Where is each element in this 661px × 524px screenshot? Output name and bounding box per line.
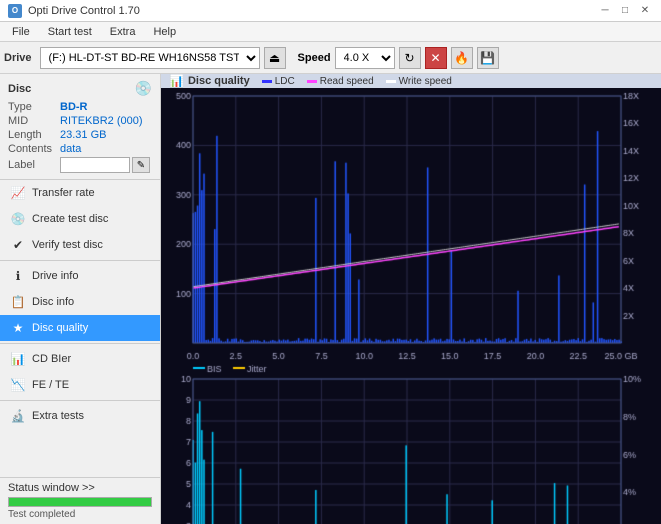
save-button[interactable]: 💾 [477,47,499,69]
speed-label: Speed [298,52,331,64]
sidebar-item-verify-test-disc[interactable]: ✔ Verify test disc [0,232,160,258]
bottom-chart-canvas [161,363,661,524]
status-text: Test completed [8,509,152,520]
disc-panel: Disc 💿 Type BD-R MID RITEKBR2 (000) Leng… [0,74,160,180]
status-area: Status window >> Test completed [0,477,160,524]
transfer-rate-icon: 📈 [10,185,26,201]
chart-title: Disc quality [188,75,250,87]
status-window-button[interactable]: Status window >> [8,482,95,494]
disc-icon: 💿 [135,80,152,97]
disc-mid-row: MID RITEKBR2 (000) [8,115,152,127]
sidebar-item-drive-info[interactable]: ℹ Drive info [0,263,160,289]
disc-label-input[interactable] [60,157,130,173]
sidebar-item-drive-info-label: Drive info [32,270,78,282]
nav-divider-2 [0,343,160,344]
disc-mid-value: RITEKBR2 (000) [60,115,143,127]
disc-quality-icon: ★ [10,320,26,336]
menu-bar: File Start test Extra Help [0,22,661,42]
create-test-disc-icon: 💿 [10,211,26,227]
disc-mid-label: MID [8,115,60,127]
disc-section-title: Disc [8,83,31,95]
eject-button[interactable]: ⏏ [264,47,286,69]
extra-tests-icon: 🔬 [10,408,26,424]
disc-type-label: Type [8,101,60,113]
drive-label: Drive [4,52,32,64]
progress-bar-fill [9,498,151,506]
sidebar-item-fe-te-label: FE / TE [32,379,69,391]
sidebar-item-cd-bier[interactable]: 📊 CD BIer [0,346,160,372]
disc-info-icon: 📋 [10,294,26,310]
title-bar: O Opti Drive Control 1.70 ─ □ ✕ [0,0,661,22]
sidebar-item-fe-te[interactable]: 📉 FE / TE [0,372,160,398]
app-icon: O [8,4,22,18]
speed-select[interactable]: 4.0 X [335,47,395,69]
legend-ldc-dot [262,80,272,83]
fe-te-icon: 📉 [10,377,26,393]
menu-extra[interactable]: Extra [102,25,144,39]
burn-button[interactable]: 🔥 [451,47,473,69]
chart-header: 📊 Disc quality LDC Read speed Write spee… [161,74,661,88]
sidebar-item-transfer-rate[interactable]: 📈 Transfer rate [0,180,160,206]
disc-label-edit-button[interactable]: ✎ [132,157,150,173]
erase-button[interactable]: ✕ [425,47,447,69]
progress-bar [8,497,152,507]
charts-wrapper [161,88,661,524]
legend-read-speed: Read speed [307,76,374,87]
legend-ldc-label: LDC [275,76,295,87]
title-controls: ─ □ ✕ [597,3,653,19]
legend-read-speed-dot [307,80,317,83]
sidebar: Disc 💿 Type BD-R MID RITEKBR2 (000) Leng… [0,74,161,524]
sidebar-item-create-test-disc-label: Create test disc [32,213,108,225]
close-button[interactable]: ✕ [637,3,653,19]
disc-header: Disc 💿 [8,80,152,97]
sidebar-item-transfer-rate-label: Transfer rate [32,187,95,199]
menu-start-test[interactable]: Start test [40,25,100,39]
disc-contents-value: data [60,143,81,155]
drive-select[interactable]: (F:) HL-DT-ST BD-RE WH16NS58 TST4 [40,47,260,69]
refresh-button[interactable]: ↻ [399,47,421,69]
main-content: Disc 💿 Type BD-R MID RITEKBR2 (000) Leng… [0,74,661,524]
nav-items: 📈 Transfer rate 💿 Create test disc ✔ Ver… [0,180,160,477]
legend-write-speed: Write speed [386,76,452,87]
sidebar-item-disc-info-label: Disc info [32,296,74,308]
sidebar-item-create-test-disc[interactable]: 💿 Create test disc [0,206,160,232]
top-chart-canvas [161,88,661,363]
disc-contents-label: Contents [8,143,60,155]
disc-label-row: Label ✎ [8,157,152,173]
disc-length-value: 23.31 GB [60,129,106,141]
disc-label-label: Label [8,159,60,171]
drive-info-icon: ℹ [10,268,26,284]
verify-test-disc-icon: ✔ [10,237,26,253]
disc-type-value: BD-R [60,101,88,113]
legend-write-speed-label: Write speed [399,76,452,87]
right-panel: 📊 Disc quality LDC Read speed Write spee… [161,74,661,524]
title-bar-left: O Opti Drive Control 1.70 [8,4,140,18]
menu-help[interactable]: Help [145,25,184,39]
chart-legend: LDC Read speed Write speed [262,76,452,87]
nav-divider-1 [0,260,160,261]
legend-write-speed-dot [386,80,396,83]
minimize-button[interactable]: ─ [597,3,613,19]
app-title: Opti Drive Control 1.70 [28,5,140,17]
nav-divider-3 [0,400,160,401]
sidebar-item-extra-tests-label: Extra tests [32,410,84,422]
disc-length-label: Length [8,129,60,141]
disc-length-row: Length 23.31 GB [8,129,152,141]
cd-bier-icon: 📊 [10,351,26,367]
legend-read-speed-label: Read speed [320,76,374,87]
sidebar-item-verify-test-disc-label: Verify test disc [32,239,103,251]
sidebar-item-disc-quality[interactable]: ★ Disc quality [0,315,160,341]
sidebar-item-cd-bier-label: CD BIer [32,353,71,365]
maximize-button[interactable]: □ [617,3,633,19]
drive-toolbar: Drive (F:) HL-DT-ST BD-RE WH16NS58 TST4 … [0,42,661,74]
sidebar-item-disc-quality-label: Disc quality [32,322,88,334]
sidebar-item-disc-info[interactable]: 📋 Disc info [0,289,160,315]
chart-header-icon: 📊 [169,74,184,88]
menu-file[interactable]: File [4,25,38,39]
disc-type-row: Type BD-R [8,101,152,113]
legend-ldc: LDC [262,76,295,87]
disc-contents-row: Contents data [8,143,152,155]
sidebar-item-extra-tests[interactable]: 🔬 Extra tests [0,403,160,429]
